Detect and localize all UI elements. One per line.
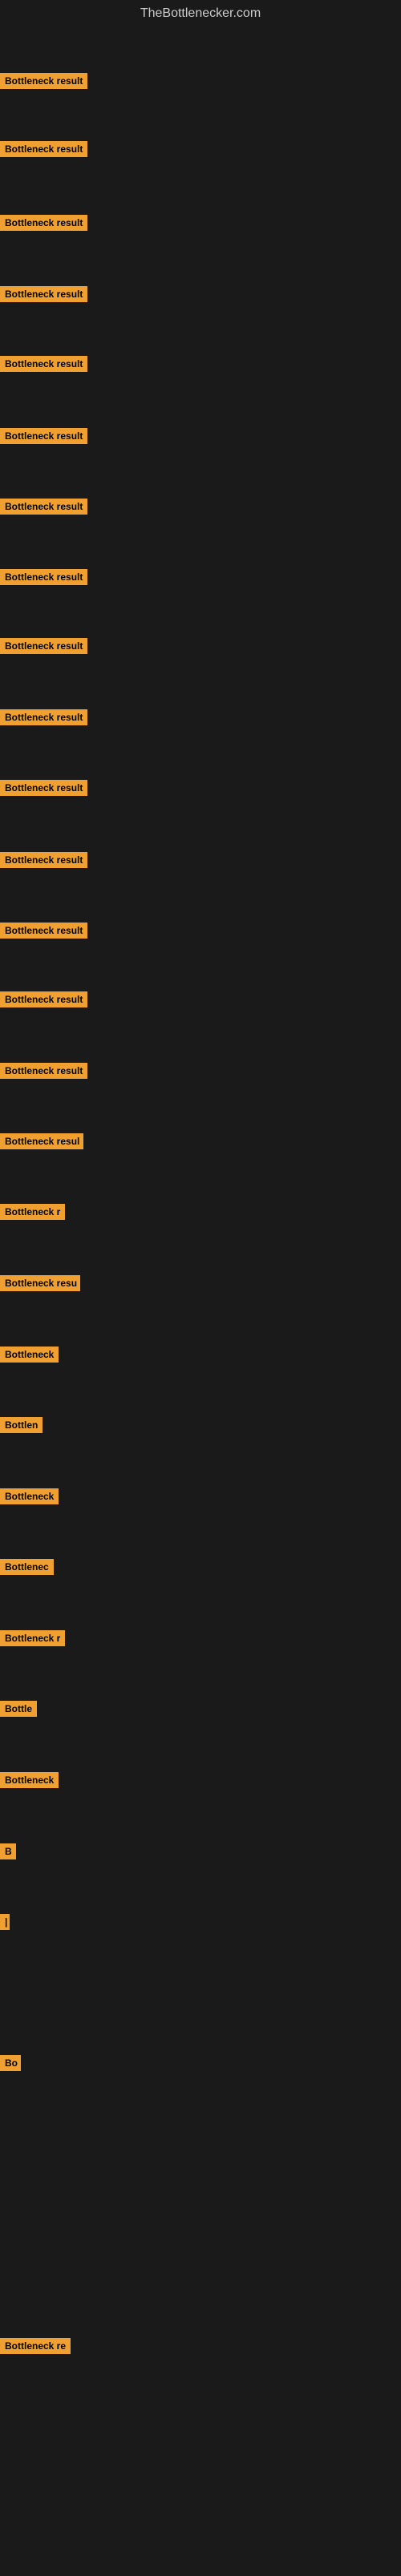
bottleneck-result-item: Bottleneck result — [0, 1063, 87, 1083]
bottleneck-badge: Bottleneck result — [0, 1063, 87, 1079]
bottleneck-badge: Bottlenec — [0, 1559, 54, 1575]
bottleneck-result-item: Bottleneck result — [0, 356, 87, 376]
bottleneck-result-item: Bottleneck result — [0, 709, 87, 729]
bottleneck-result-item: Bottleneck result — [0, 141, 87, 161]
bottleneck-badge: Bottle — [0, 1701, 37, 1717]
bottleneck-badge: Bottleneck result — [0, 569, 87, 585]
bottleneck-badge: B — [0, 1843, 16, 1859]
bottleneck-result-item: Bottleneck result — [0, 923, 87, 943]
bottleneck-result-item: | — [0, 1914, 10, 1934]
bottleneck-result-item: Bottleneck — [0, 1772, 59, 1792]
bottleneck-result-item: B — [0, 1843, 16, 1863]
bottleneck-result-item: Bottlen — [0, 1417, 43, 1437]
bottleneck-badge: Bottleneck — [0, 1347, 59, 1363]
bottleneck-badge: Bottleneck result — [0, 638, 87, 654]
bottleneck-result-item: Bottleneck result — [0, 852, 87, 872]
bottleneck-result-item: Bottleneck resu — [0, 1275, 80, 1295]
bottleneck-result-item: Bottleneck result — [0, 286, 87, 306]
bottleneck-result-item: Bottleneck — [0, 1488, 59, 1508]
bottleneck-badge: Bottleneck result — [0, 428, 87, 444]
bottleneck-result-item: Bo — [0, 2055, 21, 2075]
bottleneck-badge: Bottleneck resu — [0, 1275, 80, 1291]
bottleneck-badge: Bottleneck result — [0, 709, 87, 725]
bottleneck-badge: Bo — [0, 2055, 21, 2071]
bottleneck-badge: Bottlen — [0, 1417, 43, 1433]
bottleneck-badge: Bottleneck re — [0, 2338, 71, 2354]
bottleneck-result-item: Bottleneck r — [0, 1204, 65, 1224]
bottleneck-result-item: Bottleneck result — [0, 215, 87, 235]
bottleneck-result-item: Bottlenec — [0, 1559, 54, 1579]
bottleneck-badge: Bottleneck r — [0, 1204, 65, 1220]
bottleneck-badge: Bottleneck result — [0, 286, 87, 302]
bottleneck-badge: Bottleneck — [0, 1488, 59, 1504]
bottleneck-badge: Bottleneck result — [0, 73, 87, 89]
bottleneck-badge: Bottleneck result — [0, 356, 87, 372]
bottleneck-result-item: Bottleneck resul — [0, 1133, 83, 1153]
bottleneck-result-item: Bottleneck result — [0, 499, 87, 519]
bottleneck-badge: Bottleneck result — [0, 499, 87, 515]
bottleneck-result-item: Bottle — [0, 1701, 37, 1721]
bottleneck-result-item: Bottleneck result — [0, 569, 87, 589]
bottleneck-badge: Bottleneck result — [0, 991, 87, 1007]
site-title: TheBottlenecker.com — [0, 0, 401, 27]
bottleneck-result-item: Bottleneck re — [0, 2338, 71, 2358]
bottleneck-badge: Bottleneck result — [0, 215, 87, 231]
bottleneck-badge: Bottleneck — [0, 1772, 59, 1788]
bottleneck-result-item: Bottleneck — [0, 1347, 59, 1367]
bottleneck-badge: Bottleneck result — [0, 780, 87, 796]
bottleneck-badge: Bottleneck result — [0, 923, 87, 939]
bottleneck-badge: Bottleneck resul — [0, 1133, 83, 1149]
bottleneck-result-item: Bottleneck result — [0, 780, 87, 800]
bottleneck-result-item: Bottleneck result — [0, 73, 87, 93]
bottleneck-badge: Bottleneck r — [0, 1630, 65, 1646]
bottleneck-badge: Bottleneck result — [0, 141, 87, 157]
bottleneck-result-item: Bottleneck result — [0, 428, 87, 448]
bottleneck-result-item: Bottleneck result — [0, 991, 87, 1011]
bottleneck-result-item: Bottleneck result — [0, 638, 87, 658]
bottleneck-badge: | — [0, 1914, 10, 1930]
bottleneck-badge: Bottleneck result — [0, 852, 87, 868]
bottleneck-result-item: Bottleneck r — [0, 1630, 65, 1650]
